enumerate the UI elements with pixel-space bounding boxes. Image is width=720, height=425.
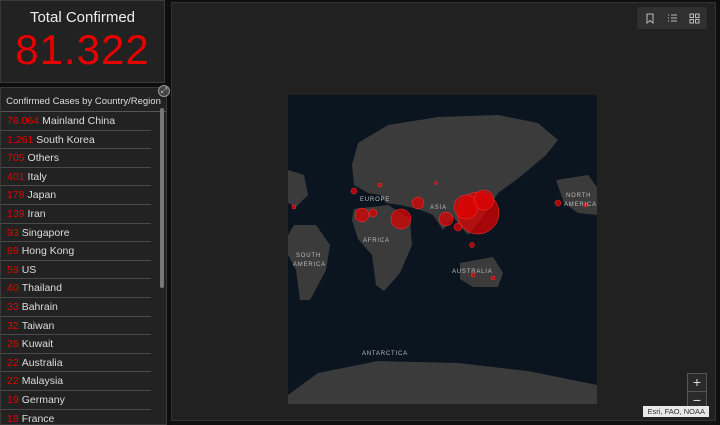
list-item[interactable]: 33 Bahrain — [1, 298, 151, 317]
country-name: Bahrain — [21, 300, 58, 313]
expand-icon[interactable]: ⤢ — [158, 85, 170, 97]
country-name: Australia — [21, 356, 63, 369]
bubble-france — [350, 187, 358, 195]
country-name: Italy — [27, 170, 47, 183]
case-count: 59 — [7, 263, 19, 276]
country-name: South Korea — [36, 133, 95, 146]
country-name: Others — [27, 152, 60, 165]
list-item[interactable]: 40 Thailand — [1, 279, 151, 298]
label-antarctica: ANTARCTICA — [362, 351, 408, 357]
bubble-iran — [390, 208, 412, 230]
case-count: 22 — [7, 375, 19, 388]
country-name: Iran — [27, 207, 46, 220]
case-count: 93 — [7, 226, 19, 239]
country-name: US — [21, 263, 37, 276]
label-asia: ASIA — [430, 205, 447, 211]
case-count: 139 — [7, 207, 25, 220]
country-name: Taiwan — [21, 319, 55, 332]
map-panel[interactable]: EUROPE AFRICA ASIA AUSTRALIA ANTARCTICA … — [171, 2, 716, 421]
list-item[interactable]: 89 Hong Kong — [1, 242, 151, 261]
country-name: Kuwait — [21, 338, 54, 351]
zoom-in-button[interactable]: + — [687, 373, 707, 392]
country-name: Singapore — [21, 226, 70, 239]
list-item[interactable]: 93 Singapore — [1, 224, 151, 243]
list-item[interactable]: 59 US — [1, 261, 151, 280]
country-list-header: Confirmed Cases by Country/Region — [1, 88, 166, 112]
total-confirmed-panel: Total Confirmed 81.322 — [0, 0, 165, 83]
total-confirmed-value: 81.322 — [15, 26, 150, 73]
case-count: 401 — [7, 170, 25, 183]
world-map[interactable]: EUROPE AFRICA ASIA AUSTRALIA ANTARCTICA … — [288, 95, 597, 404]
bubble-middle-east — [411, 196, 425, 210]
country-name: France — [21, 412, 55, 425]
list-icon[interactable] — [662, 7, 682, 29]
list-item[interactable]: 22 Malaysia — [1, 372, 151, 391]
list-item[interactable]: 139 Iran — [1, 205, 151, 224]
country-name: Malaysia — [21, 375, 64, 388]
list-item[interactable]: 32 Taiwan — [1, 317, 151, 336]
bubble-europe-north — [377, 182, 383, 188]
list-item[interactable]: 22 Australia — [1, 354, 151, 373]
bubble-thailand — [453, 222, 463, 232]
bubble-us-west — [554, 199, 562, 207]
country-list-panel[interactable]: Confirmed Cases by Country/Region 78.064… — [0, 87, 167, 425]
country-name: Mainland China — [42, 115, 116, 127]
bubble-australia-2 — [490, 275, 496, 281]
bubble-us-pacific — [291, 204, 297, 210]
label-australia: AUSTRALIA — [452, 269, 493, 275]
list-item[interactable]: 1.261 South Korea — [1, 131, 151, 150]
bottom-strip — [171, 421, 716, 425]
case-count: 705 — [7, 152, 25, 165]
case-count: 40 — [7, 282, 19, 295]
bubble-malaysia — [469, 242, 475, 248]
label-south-america-1: SOUTH — [296, 253, 321, 259]
country-name: Germany — [21, 393, 65, 406]
list-item[interactable]: 18 France — [1, 410, 151, 425]
list-item[interactable]: 26 Kuwait — [1, 335, 151, 354]
bubble-asia-central — [434, 181, 438, 185]
qr-icon[interactable] — [684, 7, 704, 29]
label-north-america-1: NORTH — [566, 193, 591, 199]
list-item[interactable]: 78.064 Mainland China — [1, 112, 151, 131]
list-item[interactable]: 401 Italy — [1, 168, 151, 187]
bubble-italy — [354, 207, 370, 223]
case-count: 32 — [7, 319, 19, 332]
case-count: 89 — [7, 245, 19, 258]
country-name: Japan — [27, 189, 57, 202]
list-item[interactable]: 19 Germany — [1, 391, 151, 410]
antarctica-land — [288, 361, 597, 404]
label-africa: AFRICA — [363, 238, 390, 244]
bookmark-icon[interactable] — [640, 7, 660, 29]
list-item[interactable]: 705 Others — [1, 149, 151, 168]
country-name: Thailand — [21, 282, 62, 295]
list-scrollbar[interactable] — [160, 108, 164, 288]
case-count: 78.064 — [7, 115, 40, 127]
case-count: 18 — [7, 412, 19, 425]
map-canvas: EUROPE AFRICA ASIA AUSTRALIA ANTARCTICA … — [288, 115, 597, 404]
bubble-germany — [368, 208, 378, 218]
label-south-america-2: AMERICA — [293, 262, 326, 268]
north-america-west-land — [288, 170, 308, 207]
list-item[interactable]: 178 Japan — [1, 186, 151, 205]
country-name: Hong Kong — [21, 245, 75, 258]
case-count: 19 — [7, 393, 19, 406]
label-europe: EUROPE — [360, 197, 390, 203]
bubble-singapore — [438, 211, 454, 227]
case-count: 22 — [7, 356, 19, 369]
case-count: 33 — [7, 300, 19, 313]
map-attribution: Esri, FAO, NOAA — [643, 406, 709, 417]
total-confirmed-title: Total Confirmed — [29, 9, 136, 26]
case-count: 178 — [7, 189, 25, 202]
case-count: 26 — [7, 338, 19, 351]
label-north-america-2: AMERICA — [564, 202, 597, 208]
bubble-south-korea — [473, 189, 495, 211]
map-toolbar — [637, 7, 707, 29]
country-list[interactable]: 78.064 Mainland China 1.261 South Korea 705 O… — [1, 112, 166, 425]
case-count: 1.261 — [7, 133, 34, 146]
